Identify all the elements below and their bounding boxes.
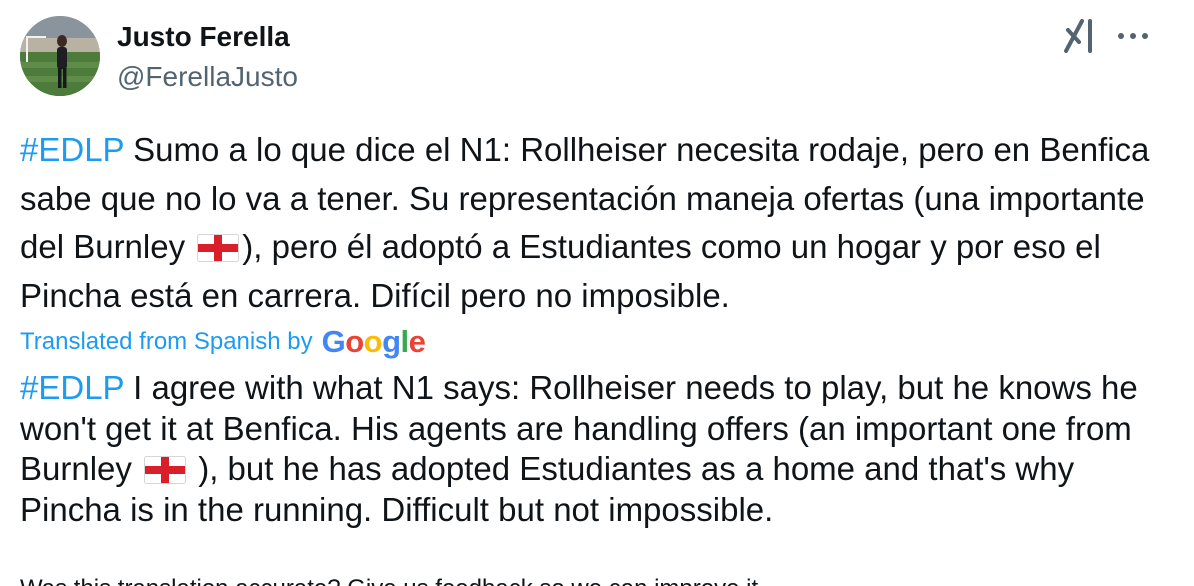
author-handle[interactable]: @FerellaJusto: [117, 60, 298, 94]
tweet-translated-text: #EDLP I agree with what N1 says: Rollhei…: [20, 368, 1170, 530]
translation-attribution: Translated from Spanish by Google: [20, 322, 426, 362]
england-flag-icon-translated: [144, 453, 187, 484]
google-logo: Google: [321, 324, 426, 359]
avatar[interactable]: [20, 16, 100, 96]
translation-feedback-prompt[interactable]: Was this translation accurate? Give us f…: [20, 574, 765, 586]
translated-from-label[interactable]: Translated from Spanish by: [20, 327, 313, 357]
author-name[interactable]: Justo Ferella: [117, 20, 290, 54]
more-icon[interactable]: [1116, 22, 1150, 50]
hashtag-link[interactable]: #EDLP: [20, 131, 124, 168]
grok-icon[interactable]: [1062, 18, 1098, 54]
hashtag-link-translated[interactable]: #EDLP: [20, 369, 124, 406]
tweet-original-text: #EDLP Sumo a lo que dice el N1: Rollheis…: [20, 126, 1170, 320]
england-flag-icon: [197, 227, 240, 262]
profile-photo-icon: [20, 16, 100, 96]
tweet-card: Justo Ferella @FerellaJusto #EDLP Sumo a…: [0, 0, 1194, 586]
